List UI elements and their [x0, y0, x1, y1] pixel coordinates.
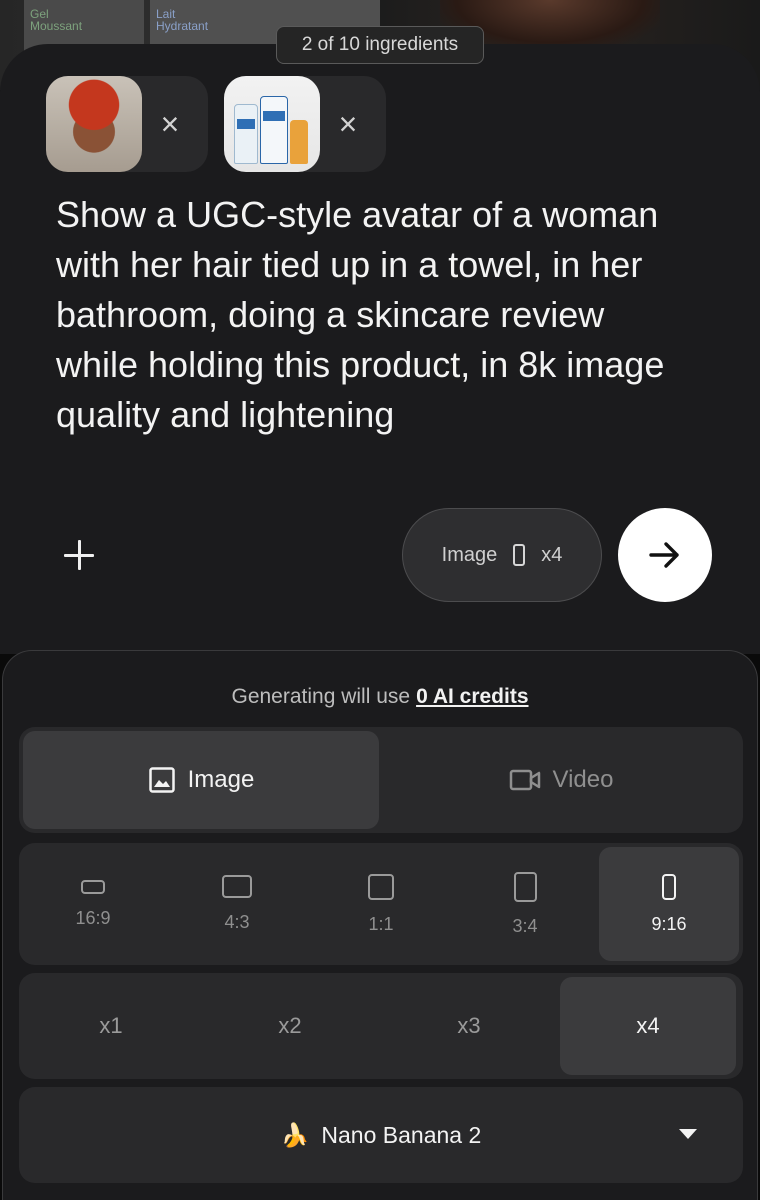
chevron-down-icon[interactable]: [679, 1129, 697, 1139]
attachment-thumbnail: [46, 76, 142, 172]
settings-mode-label: Image: [441, 543, 498, 566]
bottle-graphic: [234, 104, 258, 164]
model-selector: 🍌 Nano Banana 2: [19, 1087, 743, 1183]
ratio-16-9-icon: [81, 879, 105, 894]
attachment-chip-woman-portrait[interactable]: ×: [46, 76, 208, 172]
output-count-selector: x1 x2 x3 x4: [19, 973, 743, 1079]
arrow-right-icon: [649, 542, 679, 568]
ratio-label: 16:9: [75, 907, 111, 928]
ratio-3-4-icon: [513, 871, 537, 902]
generation-settings-button[interactable]: Image x4: [402, 508, 602, 602]
prompt-composer: × × Show a UGC-style avatar of a woman w…: [0, 44, 760, 654]
remove-attachment-button[interactable]: ×: [330, 106, 366, 142]
mode-selector: Image Video: [19, 727, 743, 833]
mode-video-button[interactable]: Video: [383, 731, 739, 829]
video-camera-icon: [509, 769, 540, 791]
ratio-9-16-button[interactable]: 9:16: [599, 847, 739, 961]
model-name: Nano Banana 2: [321, 1121, 482, 1148]
ratio-label: 3:4: [512, 915, 538, 936]
prompt-input[interactable]: Show a UGC-style avatar of a woman with …: [56, 190, 696, 440]
ratio-label: 1:1: [368, 913, 394, 934]
credits-notice: Generating will use 0 AI credits: [3, 685, 757, 709]
mode-image-label: Image: [187, 766, 255, 793]
ratio-16-9-button[interactable]: 16:9: [23, 847, 163, 961]
portrait-ratio-icon: [513, 544, 526, 566]
attachment-thumbnail: [224, 76, 320, 172]
credits-link[interactable]: 0 AI credits: [416, 685, 528, 708]
image-icon: [148, 767, 175, 793]
count-x3-button[interactable]: x3: [381, 977, 557, 1075]
ratio-3-4-button[interactable]: 3:4: [455, 847, 595, 961]
bottle-graphic: [290, 120, 308, 164]
count-x4-button[interactable]: x4: [560, 977, 736, 1075]
mode-video-label: Video: [552, 766, 614, 793]
attachment-chip-cerave-products[interactable]: ×: [224, 76, 386, 172]
ratio-9-16-icon: [662, 873, 676, 900]
ratio-4-3-icon: [222, 875, 252, 898]
remove-attachment-button[interactable]: ×: [152, 106, 188, 142]
ratio-label: 9:16: [651, 913, 687, 934]
ratio-1-1-icon: [368, 873, 394, 900]
bottle-graphic: [260, 96, 288, 164]
ratio-4-3-button[interactable]: 4:3: [167, 847, 307, 961]
banana-icon: 🍌: [280, 1121, 310, 1148]
aspect-ratio-selector: 16:9 4:3 1:1 3:4 9:16: [19, 843, 743, 965]
model-dropdown[interactable]: 🍌 Nano Banana 2: [19, 1087, 743, 1183]
settings-count-label: x4: [541, 543, 563, 566]
mode-image-button[interactable]: Image: [23, 731, 379, 829]
generation-settings-panel: Generating will use 0 AI credits Image Vi…: [2, 650, 758, 1200]
ingredients-counter: 2 of 10 ingredients: [276, 26, 484, 64]
count-x2-button[interactable]: x2: [202, 977, 378, 1075]
ratio-label: 4:3: [224, 912, 250, 932]
generate-button[interactable]: [618, 508, 712, 602]
count-x1-button[interactable]: x1: [23, 977, 199, 1075]
background-text: Moussant: [30, 19, 83, 33]
add-ingredient-button[interactable]: [58, 534, 100, 576]
ratio-1-1-button[interactable]: 1:1: [311, 847, 451, 961]
credits-text: Generating will use: [231, 685, 411, 708]
